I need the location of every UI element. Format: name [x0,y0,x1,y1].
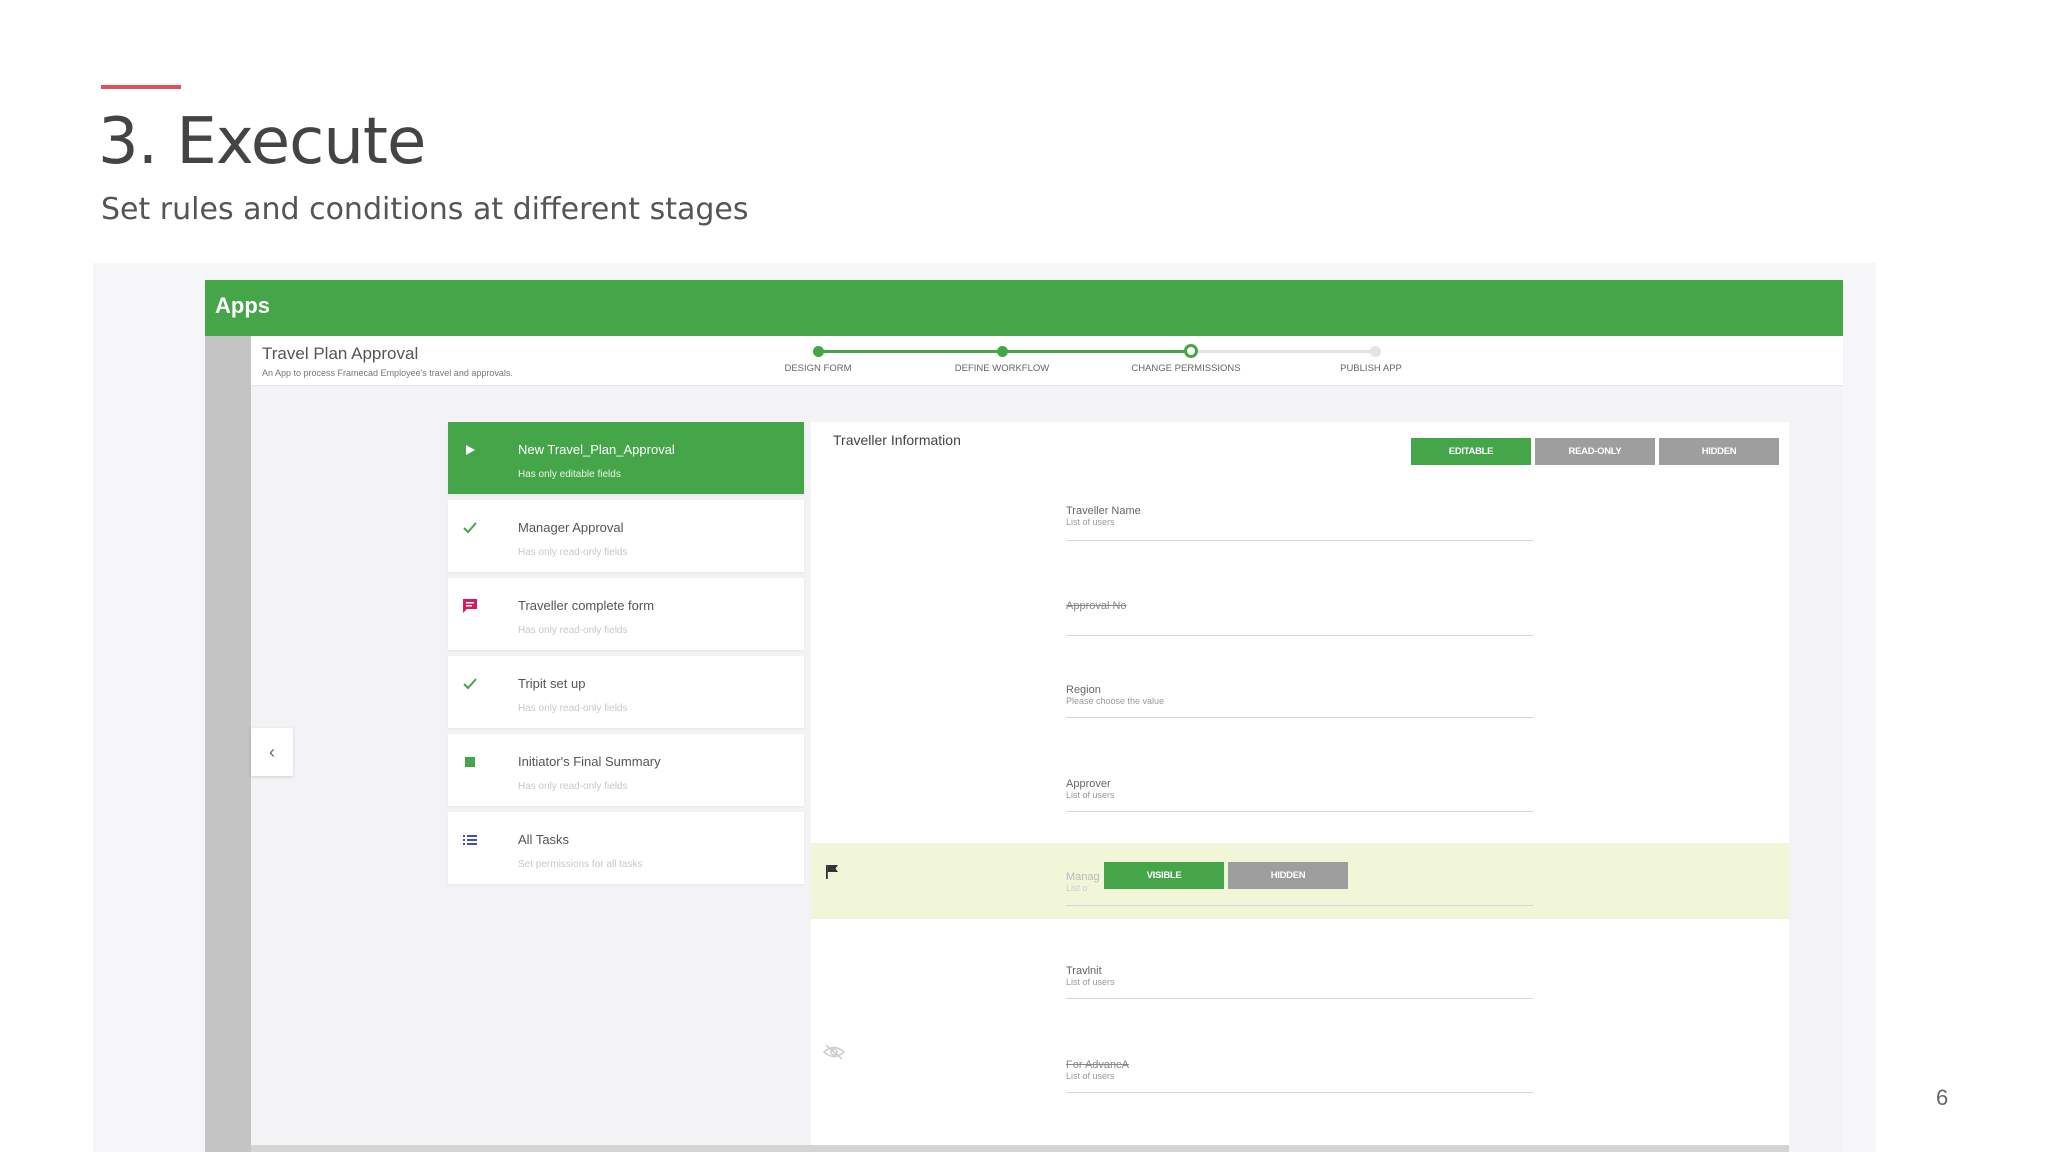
form-field[interactable]: Region Please choose the value [1066,684,1533,718]
title-accent-line [101,85,181,89]
app-header: Apps [205,280,1843,336]
field-label: Region [1066,684,1101,696]
field-label: Approval No [1066,600,1127,612]
form-field[interactable]: Approver List of users [1066,778,1533,812]
app-subheader: Travel Plan Approval An App to process F… [251,336,1843,386]
page-number: 6 [1936,1085,1949,1110]
task-item[interactable]: New Travel_Plan_Approval Has only editab… [448,422,804,494]
task-subtitle: Has only read-only fields [518,703,628,714]
slide: 3. Execute Set rules and conditions at d… [0,0,2048,1152]
task-title: Initiator's Final Summary [518,754,661,769]
square-icon [460,752,480,772]
form-panel: Traveller Information EDITABLE READ-ONLY… [811,422,1789,1152]
step-label-publish-app[interactable]: PUBLISH APP [1340,363,1402,374]
field-hint: List of users [1066,1071,1115,1081]
task-title: Traveller complete form [518,598,655,613]
task-subtitle: Has only editable fields [518,469,621,480]
form-section-title: Traveller Information [833,432,961,448]
stepper-remaining-line [1192,350,1376,353]
collapse-sidebar-button[interactable]: ‹ [251,728,293,776]
hidden-button[interactable]: HIDDEN [1659,438,1779,465]
play-icon [460,440,480,460]
app-description: An App to process Framecad Employee's tr… [262,368,513,378]
field-label: Manag [1066,871,1100,883]
slide-title: 3. Execute [98,105,426,179]
form-field[interactable]: Approval No [1066,600,1533,636]
check-icon [460,518,480,538]
check-icon [460,674,480,694]
step-dot-change-permissions[interactable] [1184,344,1198,358]
form-field[interactable]: Travlnit List of users [1066,965,1533,999]
flag-icon [825,864,839,880]
read-only-button[interactable]: READ-ONLY [1535,438,1655,465]
task-title: Tripit set up [518,676,586,691]
row-hidden-button[interactable]: HIDDEN [1228,862,1348,889]
step-label-design-form[interactable]: DESIGN FORM [784,363,851,374]
field-hint: Please choose the value [1066,696,1165,706]
apps-label[interactable]: Apps [215,293,270,319]
task-item[interactable]: Traveller complete form Has only read-on… [448,578,804,650]
field-hint: List of users [1066,517,1115,527]
visible-button[interactable]: VISIBLE [1104,862,1224,889]
left-nav-strip [205,336,251,1152]
field-hint: List of users [1066,790,1115,800]
step-dot-design-form[interactable] [813,346,824,357]
list-icon [460,830,480,850]
step-dot-define-workflow[interactable] [997,346,1008,357]
task-item[interactable]: All Tasks Set permissions for all tasks [448,812,804,884]
field-label: Travlnit [1066,965,1102,977]
step-label-change-permissions[interactable]: CHANGE PERMISSIONS [1131,363,1240,374]
form-field[interactable]: For AdvancA List of users [1066,1059,1533,1093]
task-item[interactable]: Initiator's Final Summary Has only read-… [448,734,804,806]
form-field[interactable]: Traveller Name List of users [1066,505,1533,541]
slide-subtitle: Set rules and conditions at different st… [101,192,749,227]
task-title: New Travel_Plan_Approval [518,442,675,457]
field-label: Traveller Name [1066,505,1141,517]
task-item[interactable]: Tripit set up Has only read-only fields [448,656,804,728]
app-title: Travel Plan Approval [262,344,419,363]
editable-button[interactable]: EDITABLE [1411,438,1531,465]
comment-icon [460,596,480,616]
task-item[interactable]: Manager Approval Has only read-only fiel… [448,500,804,572]
eye-off-icon[interactable] [822,1043,846,1061]
selected-field-row[interactable]: Manag List o VISIBLE HIDDEN [811,843,1789,919]
task-subtitle: Has only read-only fields [518,547,628,558]
field-hint: List o [1066,883,1088,893]
field-label: Approver [1066,778,1111,790]
field-hint: List of users [1066,977,1115,987]
step-label-define-workflow[interactable]: DEFINE WORKFLOW [955,363,1049,374]
task-subtitle: Set permissions for all tasks [518,859,643,870]
chevron-left-icon: ‹ [269,741,275,762]
horizontal-scrollbar[interactable] [251,1145,1789,1152]
task-subtitle: Has only read-only fields [518,625,628,636]
field-label: For AdvancA [1066,1059,1129,1071]
task-title: Manager Approval [518,520,624,535]
step-dot-publish-app[interactable] [1370,346,1381,357]
task-subtitle: Has only read-only fields [518,781,628,792]
task-title: All Tasks [518,832,570,847]
